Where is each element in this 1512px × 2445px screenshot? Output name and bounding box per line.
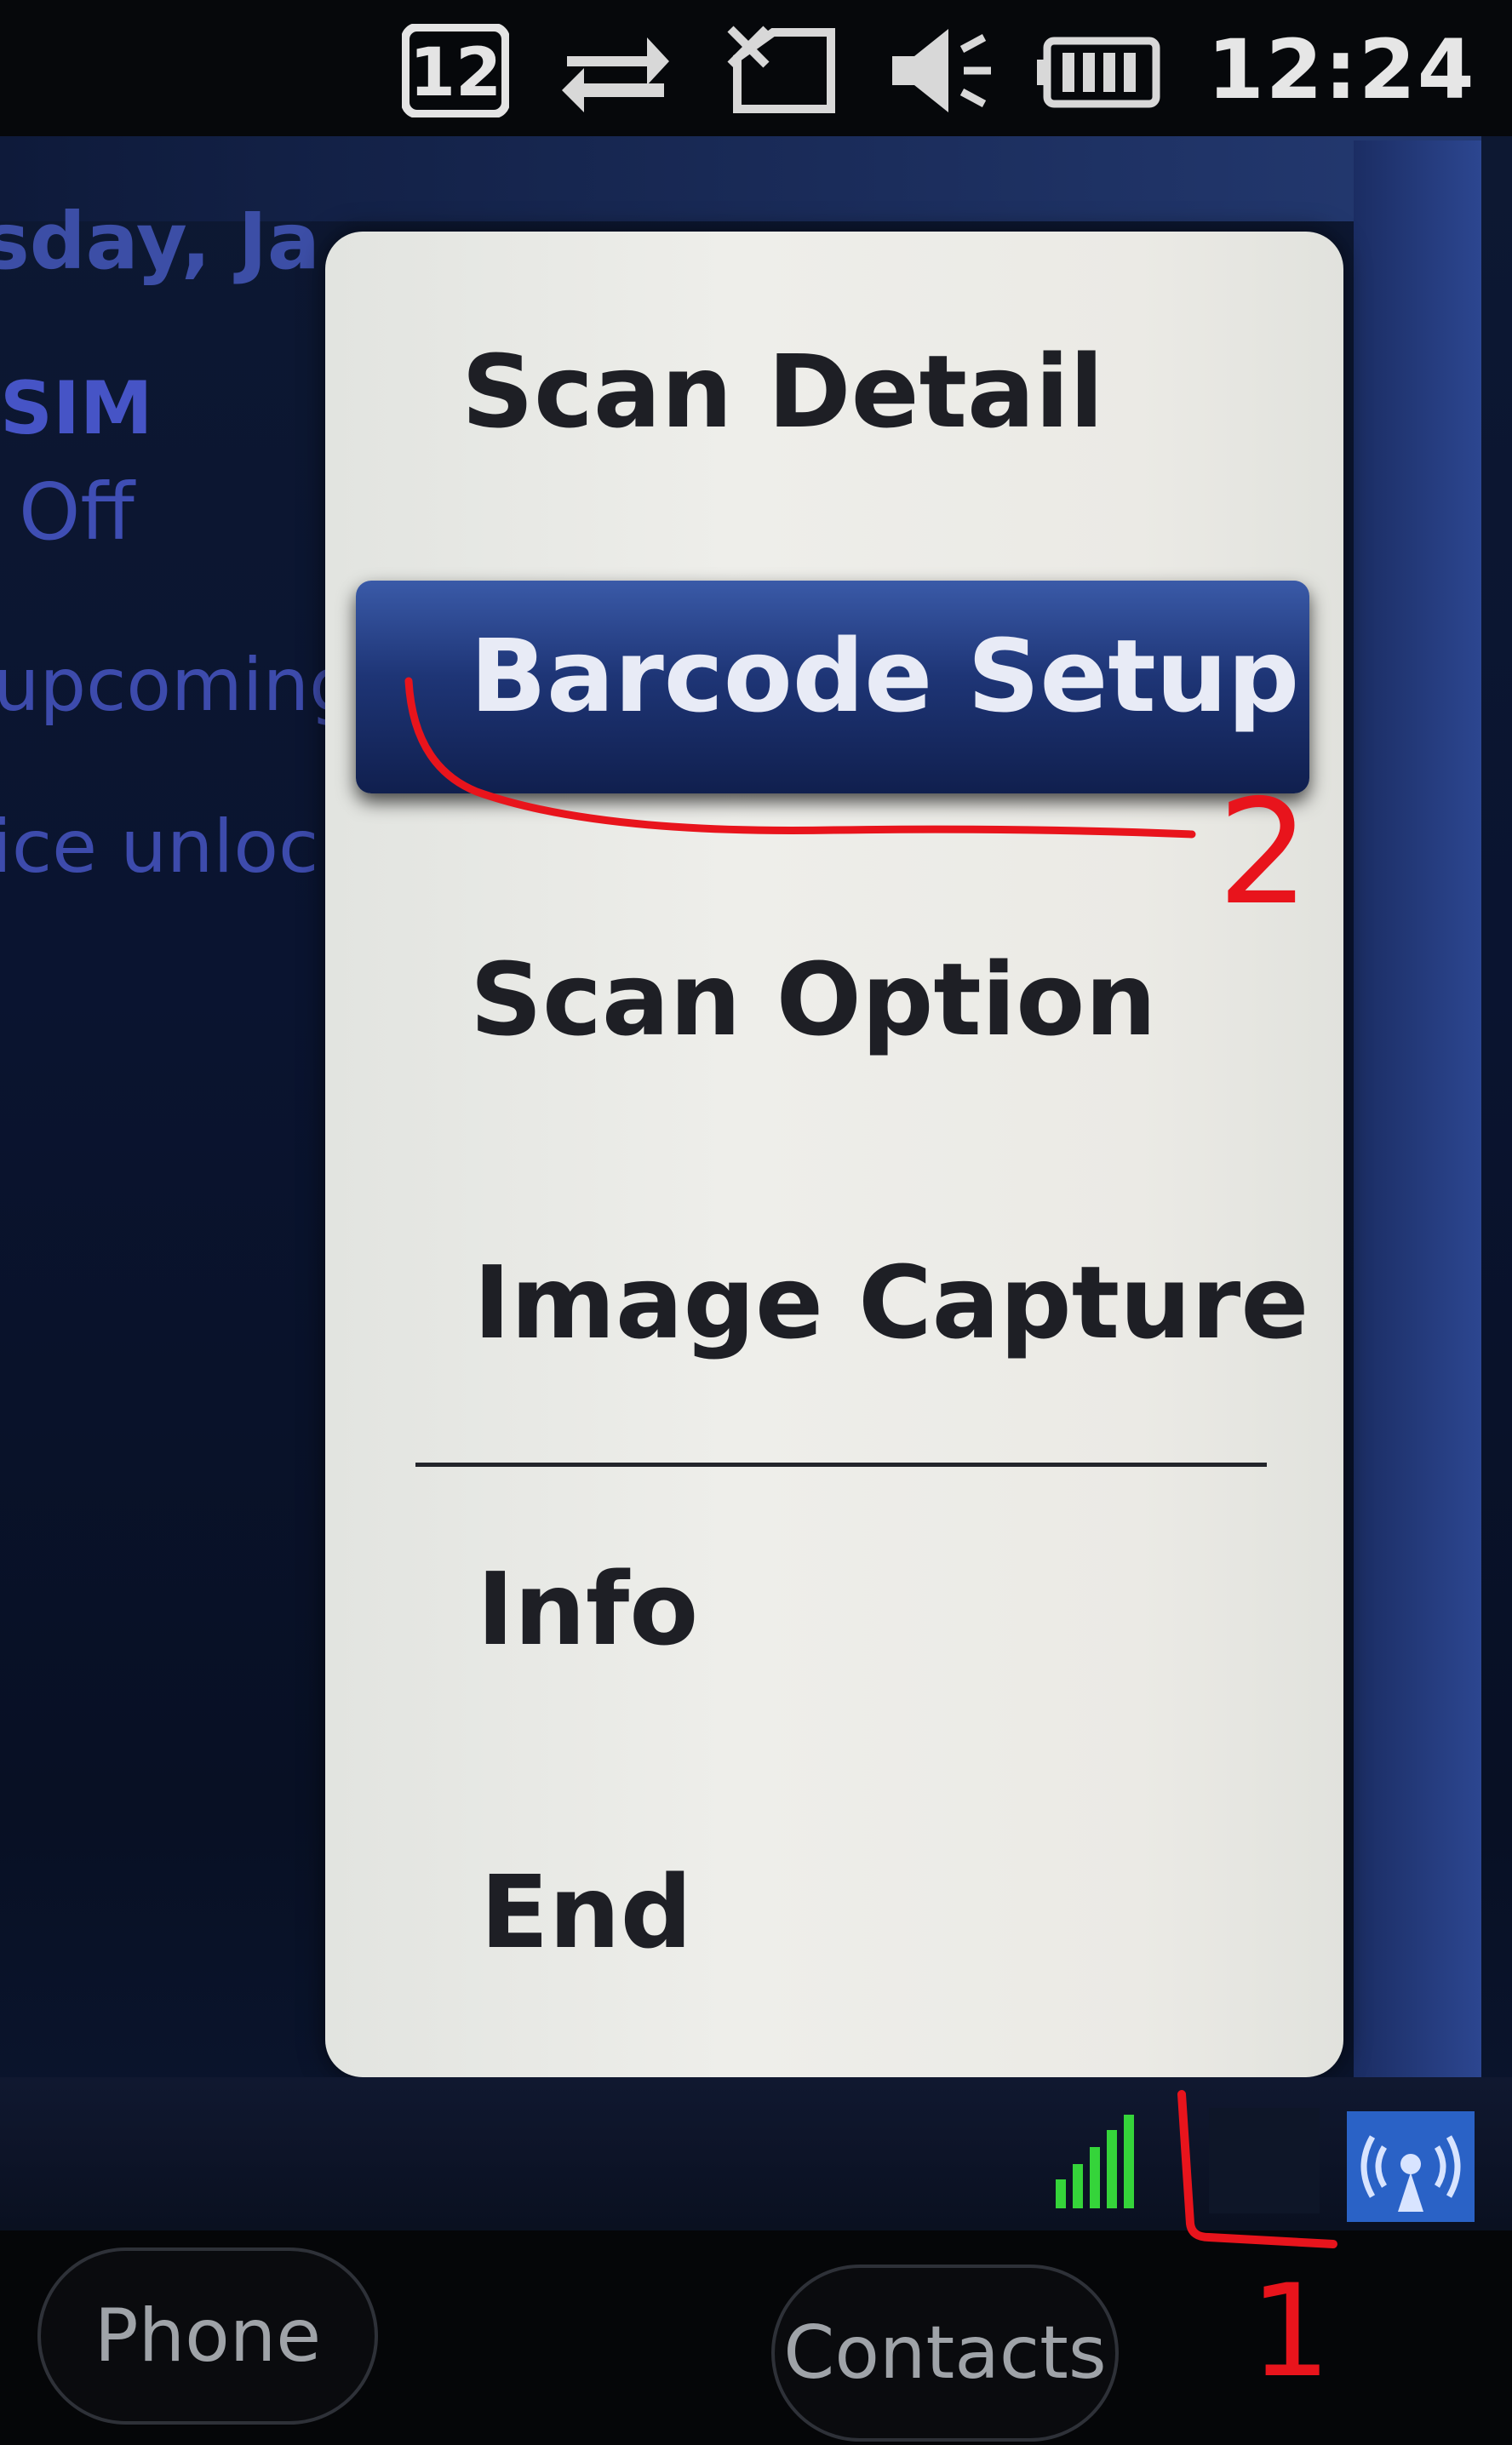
- today-right-edge: [1354, 140, 1481, 2099]
- notification-count-icon[interactable]: 12: [401, 23, 510, 118]
- notification-count: 12: [410, 35, 502, 112]
- system-tray: [0, 2077, 1512, 2230]
- today-date[interactable]: sday, Ja: [0, 196, 320, 287]
- speaker-icon[interactable]: [885, 24, 996, 117]
- status-bar: 12 12:24: [0, 0, 1512, 136]
- menu-item-label: Scan Detail: [461, 333, 1104, 450]
- menu-item-label: Barcode Setup: [470, 617, 1300, 735]
- sync-arrows-icon[interactable]: [558, 24, 673, 117]
- today-upcoming[interactable]: upcoming: [0, 643, 356, 728]
- contacts-softkey-button[interactable]: Contacts: [771, 2265, 1119, 2442]
- menu-separator: [415, 1463, 1267, 1467]
- wireless-tray-icon[interactable]: [1347, 2111, 1475, 2222]
- phone-softkey-button[interactable]: Phone: [37, 2247, 378, 2425]
- menu-item-scan-option[interactable]: Scan Option: [325, 872, 1343, 1127]
- menu-item-end[interactable]: End: [325, 1784, 1343, 2040]
- signal-bars-icon[interactable]: [1052, 2111, 1146, 2213]
- menu-item-scan-detail[interactable]: Scan Detail: [325, 264, 1343, 519]
- menu-item-info[interactable]: Info: [325, 1481, 1343, 1737]
- menu-item-image-capture[interactable]: Image Capture: [325, 1175, 1343, 1430]
- today-device-unlock[interactable]: ice unloc: [0, 805, 318, 890]
- clock-time[interactable]: 12:24: [1207, 19, 1488, 121]
- scanner-tray-icon[interactable]: [1209, 2108, 1320, 2213]
- menu-item-label: Info: [477, 1550, 699, 1668]
- today-sim-label[interactable]: SIM: [0, 366, 153, 451]
- menu-item-label: Scan Option: [470, 941, 1157, 1058]
- today-sim-status[interactable]: Off: [19, 467, 135, 558]
- scanner-popup-menu: Scan Detail Barcode Setup Scan Option Im…: [325, 232, 1343, 2077]
- menu-item-label: End: [480, 1853, 693, 1971]
- no-signal-icon[interactable]: [720, 24, 839, 117]
- menu-item-barcode-setup[interactable]: Barcode Setup: [325, 548, 1343, 804]
- battery-icon[interactable]: [1035, 24, 1161, 117]
- menu-item-label: Image Capture: [473, 1244, 1309, 1361]
